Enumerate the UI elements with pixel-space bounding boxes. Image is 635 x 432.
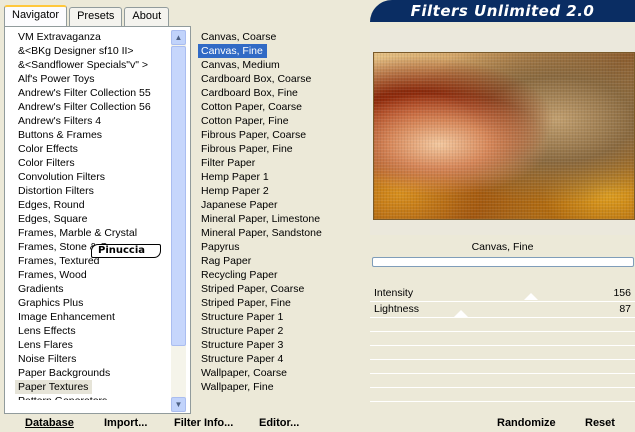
filter-item[interactable]: Hemp Paper 1	[198, 170, 358, 184]
category-item[interactable]: VM Extravaganza	[15, 30, 175, 44]
category-item[interactable]: Edges, Round	[15, 198, 175, 212]
randomize-button[interactable]: Randomize	[497, 414, 556, 432]
filter-item[interactable]: Striped Paper, Coarse	[198, 282, 358, 296]
category-item[interactable]: Distortion Filters	[15, 184, 175, 198]
filter-item[interactable]: Cotton Paper, Fine	[198, 114, 358, 128]
app-title: Filters Unlimited 2.0	[410, 2, 595, 20]
category-item[interactable]: Andrew's Filter Collection 56	[15, 100, 175, 114]
parameter-panel: Intensity 156 Lightness 87	[370, 272, 635, 408]
category-item[interactable]: Buttons & Frames	[15, 128, 175, 142]
param-value: 87	[619, 303, 631, 315]
category-item[interactable]: Andrew's Filter Collection 55	[15, 86, 175, 100]
param-lightness[interactable]: Lightness 87	[370, 302, 635, 318]
slider-indicator-icon[interactable]	[454, 310, 468, 317]
category-item[interactable]: Convolution Filters	[15, 170, 175, 184]
import-button-label: Import...	[104, 417, 148, 429]
category-item[interactable]: Gradients	[15, 282, 175, 296]
filter-item[interactable]: Wallpaper, Fine	[198, 380, 358, 394]
filter-item[interactable]: Hemp Paper 2	[198, 184, 358, 198]
preview-image	[373, 52, 635, 220]
category-list[interactable]: VM Extravaganza &<BKg Designer sf10 II> &<…	[15, 30, 175, 400]
filter-list[interactable]: Canvas, Coarse Canvas, Fine Canvas, Medium…	[198, 30, 358, 400]
param-empty-row	[370, 376, 635, 388]
scroll-up-icon[interactable]: ▲	[171, 30, 186, 45]
category-item[interactable]: Frames, Marble & Crystal	[15, 226, 175, 240]
category-item[interactable]: Edges, Square	[15, 212, 175, 226]
category-item[interactable]: Pattern Generators	[15, 394, 175, 400]
progress-bar	[372, 257, 634, 267]
database-button-label: Database	[25, 417, 74, 429]
filter-item[interactable]: Mineral Paper, Sandstone	[198, 226, 358, 240]
filter-item[interactable]: Papyrus	[198, 240, 358, 254]
filter-item[interactable]: Recycling Paper	[198, 268, 358, 282]
current-filter-name: Canvas, Fine	[471, 241, 534, 253]
param-label: Intensity	[374, 287, 414, 299]
param-empty-row	[370, 390, 635, 402]
filter-item[interactable]: Wallpaper, Coarse	[198, 366, 358, 380]
category-item[interactable]: Alf's Power Toys	[15, 72, 175, 86]
param-empty-row	[370, 348, 635, 360]
filter-item[interactable]: Japanese Paper	[198, 198, 358, 212]
param-label: Lightness	[374, 303, 419, 315]
reset-button-label: Reset	[585, 417, 615, 429]
filter-item[interactable]: Canvas, Medium	[198, 58, 358, 72]
category-item[interactable]: Image Enhancement	[15, 310, 175, 324]
param-intensity[interactable]: Intensity 156	[370, 286, 635, 302]
watermark-badge: Pinuccia	[91, 244, 161, 258]
scroll-down-icon[interactable]: ▼	[171, 397, 186, 412]
slider-indicator-icon[interactable]	[524, 293, 538, 300]
filter-item[interactable]: Fibrous Paper, Coarse	[198, 128, 358, 142]
reset-button[interactable]: Reset	[585, 414, 615, 432]
category-item[interactable]: Lens Flares	[15, 338, 175, 352]
category-item[interactable]: Color Effects	[15, 142, 175, 156]
filter-info-button-label: Filter Info...	[174, 417, 234, 429]
category-item[interactable]: Graphics Plus	[15, 296, 175, 310]
category-item[interactable]: Paper Textures	[15, 380, 93, 394]
tab-about[interactable]: About	[124, 7, 170, 26]
tab-presets[interactable]: Presets	[69, 7, 123, 26]
filter-info-button[interactable]: Filter Info...	[174, 414, 233, 432]
app-banner: Filters Unlimited 2.0	[370, 0, 635, 22]
category-item[interactable]: Paper Backgrounds	[15, 366, 175, 380]
filter-item[interactable]: Cardboard Box, Fine	[198, 86, 358, 100]
filter-item[interactable]: Cotton Paper, Coarse	[198, 100, 358, 114]
randomize-button-label: Randomize	[497, 417, 556, 429]
category-item[interactable]: Noise Filters	[15, 352, 175, 366]
param-empty-row	[370, 320, 635, 332]
editor-button[interactable]: Editor...	[259, 414, 299, 432]
category-item[interactable]: &<Sandflower Specials"v" >	[15, 58, 175, 72]
filter-item[interactable]: Filter Paper	[198, 156, 358, 170]
filter-item[interactable]: Canvas, Fine	[198, 44, 267, 58]
filter-item[interactable]: Canvas, Coarse	[198, 30, 358, 44]
filter-item[interactable]: Mineral Paper, Limestone	[198, 212, 358, 226]
category-item[interactable]: Andrew's Filters 4	[15, 114, 175, 128]
tab-strip: Navigator Presets About	[4, 5, 171, 27]
param-empty-row	[370, 362, 635, 374]
filter-item[interactable]: Structure Paper 3	[198, 338, 358, 352]
import-button[interactable]: Import...	[104, 414, 147, 432]
param-value: 156	[613, 287, 631, 299]
category-item[interactable]: Lens Effects	[15, 324, 175, 338]
editor-button-label: Editor...	[259, 417, 300, 429]
filter-item[interactable]: Structure Paper 4	[198, 352, 358, 366]
filter-item[interactable]: Striped Paper, Fine	[198, 296, 358, 310]
filter-item[interactable]: Fibrous Paper, Fine	[198, 142, 358, 156]
category-item[interactable]: Color Filters	[15, 156, 175, 170]
filter-item[interactable]: Structure Paper 1	[198, 310, 358, 324]
filter-item[interactable]: Cardboard Box, Coarse	[198, 72, 358, 86]
filter-item[interactable]: Rag Paper	[198, 254, 358, 268]
scroll-thumb[interactable]	[171, 46, 186, 346]
category-scrollbar[interactable]: ▲ ▼	[171, 30, 186, 412]
category-item[interactable]: &<BKg Designer sf10 II>	[15, 44, 175, 58]
tab-navigator[interactable]: Navigator	[4, 5, 68, 27]
filter-item[interactable]: Structure Paper 2	[198, 324, 358, 338]
param-empty-row	[370, 334, 635, 346]
database-button[interactable]: Database	[25, 414, 74, 432]
category-item[interactable]: Frames, Wood	[15, 268, 175, 282]
